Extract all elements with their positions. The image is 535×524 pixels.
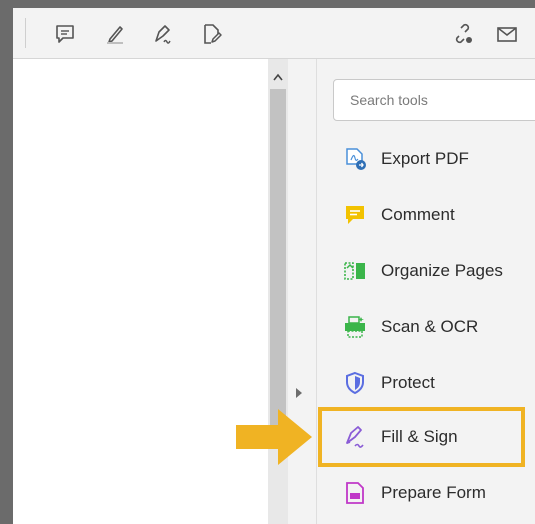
scroll-up-button[interactable] — [268, 67, 288, 87]
highlight-pen-icon — [107, 26, 123, 44]
callout-arrow-icon — [236, 409, 312, 465]
tool-prepare-form[interactable]: Prepare Form — [343, 473, 486, 513]
tool-label: Protect — [381, 373, 435, 392]
sign-pen-icon — [155, 25, 171, 44]
edit-tag-button[interactable] — [197, 20, 225, 48]
chevron-up-icon — [273, 73, 283, 81]
email-button[interactable] — [493, 20, 521, 48]
top-toolbar — [13, 8, 535, 59]
search-tools-box[interactable] — [333, 79, 535, 121]
tool-comment[interactable]: Comment — [343, 195, 455, 235]
window-top-border — [0, 0, 535, 8]
tool-organize-pages[interactable]: Organize Pages — [343, 251, 503, 291]
tool-label: Scan & OCR — [381, 317, 479, 336]
scrollbar-thumb[interactable] — [270, 89, 286, 429]
document-page-area[interactable] — [13, 59, 268, 524]
sign-button[interactable] — [149, 20, 177, 48]
highlight-button[interactable] — [101, 20, 129, 48]
tool-protect[interactable]: Protect — [343, 363, 435, 403]
share-link-button[interactable] — [449, 20, 477, 48]
scan-ocr-icon — [343, 315, 367, 339]
comment-button[interactable] — [51, 20, 79, 48]
tool-label: Comment — [381, 205, 455, 224]
organize-pages-icon — [343, 259, 367, 283]
edit-tag-icon — [204, 24, 222, 44]
tool-label: Export PDF — [381, 149, 469, 168]
app-window: Export PDF Comment Organize Pages — [0, 0, 535, 524]
share-link-icon — [455, 23, 472, 44]
tool-export-pdf[interactable]: Export PDF — [343, 139, 469, 179]
tool-label: Organize Pages — [381, 261, 503, 280]
comment-icon — [56, 25, 74, 43]
prepare-form-icon — [343, 481, 367, 505]
email-icon — [497, 27, 517, 42]
export-pdf-icon — [343, 147, 367, 171]
toolbar-separator — [25, 18, 26, 48]
search-tools-input[interactable] — [348, 80, 532, 120]
comment-tool-icon — [343, 203, 367, 227]
fill-sign-highlight-box — [318, 407, 525, 467]
tool-label: Prepare Form — [381, 483, 486, 502]
protect-shield-icon — [343, 371, 367, 395]
tool-scan-ocr[interactable]: Scan & OCR — [343, 307, 478, 347]
window-left-border — [0, 0, 13, 524]
expand-pane-arrow-icon[interactable] — [296, 388, 302, 398]
